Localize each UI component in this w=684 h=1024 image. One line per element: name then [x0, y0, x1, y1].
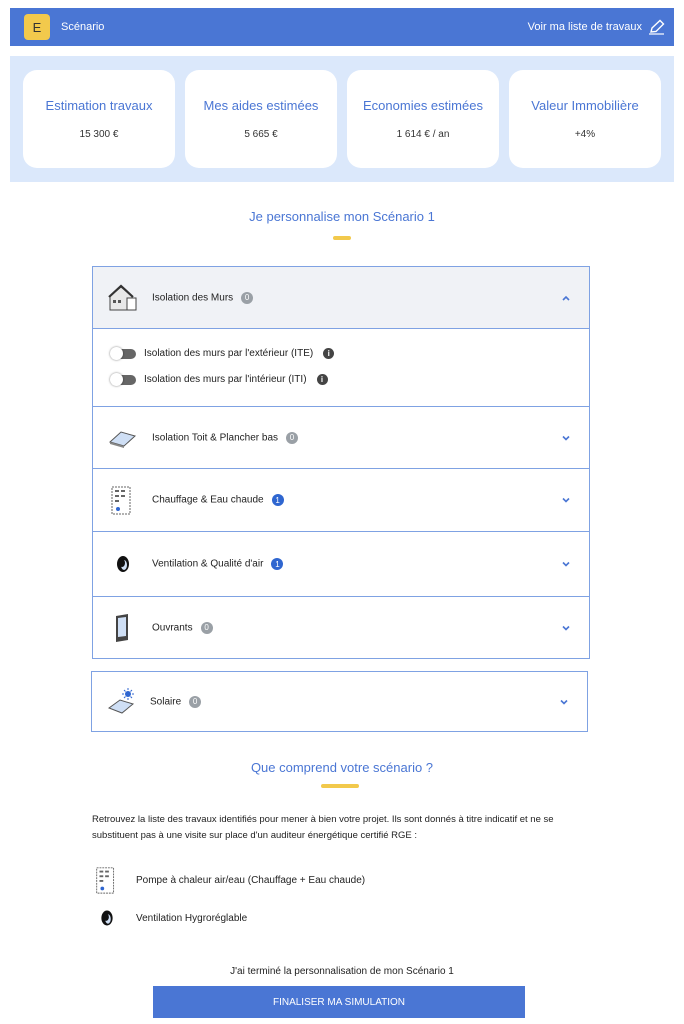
summary-item-label: Ventilation Hygroréglable — [136, 912, 248, 924]
count-badge: 1 — [271, 494, 284, 506]
kpi-label: Estimation travaux — [45, 98, 153, 113]
accordion-solar-header[interactable]: Solaire 0 — [92, 672, 587, 731]
accordion-heating-header[interactable]: Chauffage & Eau chaude 1 — [93, 469, 589, 531]
count-badge: 0 — [241, 291, 254, 304]
kpi-label: Mes aides estimées — [203, 98, 319, 113]
accordion-roof-floor: Isolation Toit & Plancher bas 0 — [92, 406, 590, 469]
summary-title: Que comprend votre scénario ? — [250, 760, 434, 775]
accordion-ventilation-header[interactable]: Ventilation & Qualité d'air 1 — [93, 532, 589, 596]
energy-grade-badge: E — [24, 14, 50, 40]
window-icon — [116, 613, 128, 642]
count-badge: 0 — [200, 621, 213, 634]
title-underline — [321, 784, 359, 788]
accordion-title: Ouvrants 0 — [152, 621, 213, 634]
work-list-link-label: Voir ma liste de travaux — [527, 21, 642, 33]
summary-item-ventilation: Ventilation Hygroréglable — [92, 903, 247, 933]
count-badge: 1 — [271, 558, 284, 570]
pencil-icon — [649, 19, 665, 35]
scenario-name: Scénario — [61, 21, 105, 33]
option-ite: Isolation des murs par l'extérieur (ITE)… — [110, 346, 335, 360]
accordion-openings: Ouvrants 0 — [92, 596, 590, 659]
accordion-solar: Solaire 0 — [91, 671, 588, 732]
accordion-title: Solaire 0 — [150, 695, 202, 708]
accordion-title: Chauffage & Eau chaude 1 — [152, 494, 284, 506]
roof-icon — [108, 430, 137, 448]
count-badge: 0 — [286, 431, 299, 444]
accordion-roof-floor-header[interactable]: Isolation Toit & Plancher bas 0 — [93, 407, 589, 468]
summary-item-label: Pompe à chaleur air/eau (Chauffage + Eau… — [136, 874, 366, 886]
accordion-title: Ventilation & Qualité d'air 1 — [152, 558, 284, 570]
chevron-down-icon — [562, 435, 570, 441]
summary-text: Retrouvez la liste des travaux identifié… — [92, 814, 554, 841]
option-label: Isolation des murs par l'intérieur (ITI) — [144, 374, 307, 385]
chevron-up-icon — [562, 295, 570, 301]
kpi-value: 1 614 € / an — [396, 129, 450, 140]
accordion-title: Isolation Toit & Plancher bas 0 — [152, 431, 299, 444]
title-underline — [333, 236, 351, 240]
heat-pump-icon — [96, 867, 115, 894]
kpi-label: Valeur Immobilière — [531, 98, 639, 113]
info-icon[interactable]: i — [316, 374, 328, 385]
kpi-label: Economies estimées — [363, 98, 483, 113]
accordion-openings-header[interactable]: Ouvrants 0 — [93, 597, 589, 658]
chevron-down-icon — [562, 625, 570, 631]
toggle-ite[interactable] — [110, 346, 136, 360]
kpi-value: +4% — [574, 129, 596, 140]
kpi-panel: Estimation travaux 15 300 € Mes aides es… — [10, 56, 674, 182]
top-bar: E Scénario Voir ma liste de travaux — [10, 8, 674, 46]
finish-label: J'ai terminé la personnalisation de mon … — [230, 966, 454, 977]
accordion-title: Isolation des Murs 0 — [152, 291, 254, 304]
heat-pump-icon — [111, 486, 131, 515]
summary-item-heat-pump: Pompe à chaleur air/eau (Chauffage + Eau… — [92, 865, 365, 895]
accordion-heating: Chauffage & Eau chaude 1 — [92, 468, 590, 532]
work-list-link[interactable]: Voir ma liste de travaux — [528, 19, 666, 35]
option-iti: Isolation des murs par l'intérieur (ITI)… — [110, 372, 328, 386]
ventilation-icon — [101, 910, 113, 926]
kpi-card-property-value: Valeur Immobilière +4% — [509, 70, 661, 168]
accordion-walls-header[interactable]: Isolation des Murs 0 — [93, 267, 589, 329]
kpi-card-aids: Mes aides estimées 5 665 € — [185, 70, 337, 168]
toggle-iti[interactable] — [110, 372, 136, 386]
info-icon[interactable]: i — [323, 348, 335, 359]
accordion-walls: Isolation des Murs 0 — [92, 266, 590, 407]
accordion-ventilation: Ventilation & Qualité d'air 1 — [92, 531, 590, 597]
house-icon — [108, 284, 137, 310]
chevron-down-icon — [562, 497, 570, 503]
solar-panel-icon — [107, 687, 135, 714]
chevron-down-icon — [562, 561, 570, 567]
chevron-down-icon — [560, 699, 568, 705]
count-badge: 0 — [189, 695, 202, 708]
ventilation-icon — [117, 556, 129, 572]
kpi-value: 5 665 € — [244, 129, 278, 140]
kpi-card-works: Estimation travaux 15 300 € — [23, 70, 175, 168]
kpi-card-savings: Economies estimées 1 614 € / an — [347, 70, 499, 168]
kpi-value: 15 300 € — [79, 129, 119, 140]
finalize-simulation-button[interactable]: FINALISER MA SIMULATION — [153, 986, 525, 1018]
option-label: Isolation des murs par l'extérieur (ITE) — [144, 348, 314, 359]
personalize-title: Je personnalise mon Scénario 1 — [249, 209, 435, 224]
